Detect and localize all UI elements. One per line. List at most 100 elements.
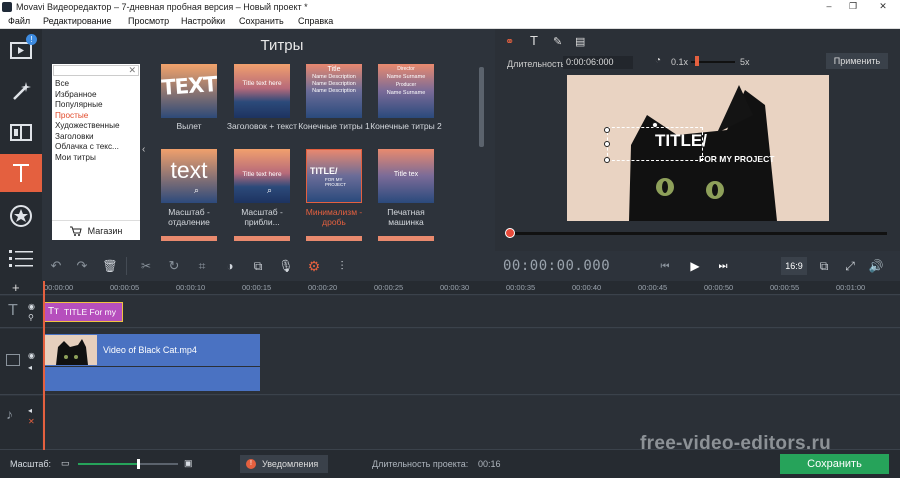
cut-icon[interactable]: ✂: [138, 258, 154, 274]
tile-line: Name Surname: [386, 74, 426, 80]
list-icon: [9, 250, 33, 267]
timecode-display: 00:00:00.000: [503, 258, 611, 274]
undo-icon[interactable]: ↶: [48, 258, 64, 274]
duration-field[interactable]: 0:00:06:000: [563, 56, 633, 69]
menu-help[interactable]: Справка: [298, 16, 333, 26]
volume-icon[interactable]: ◂: [28, 406, 32, 415]
timeline-ruler[interactable]: + 00:00:00 00:00:05 00:00:10 00:00:15 00…: [0, 280, 900, 295]
title-tile-zoom-in[interactable]: Title text here ⌕: [234, 149, 290, 203]
microphone-icon[interactable]: 🎙: [278, 258, 294, 274]
video-clip[interactable]: Video of Black Cat.mp4: [43, 334, 260, 366]
lock-icon[interactable]: ⚲: [28, 313, 34, 322]
resize-handle[interactable]: [604, 127, 610, 133]
volume-icon[interactable]: 🔊: [867, 257, 885, 275]
scale-slider[interactable]: [78, 459, 178, 469]
play-icon[interactable]: ▶: [685, 257, 705, 275]
crop-icon[interactable]: ⌗: [194, 258, 210, 274]
category-item[interactable]: Облачка с текс...: [55, 142, 119, 151]
category-search-input[interactable]: ✕: [53, 65, 139, 76]
text-format-icon[interactable]: T: [530, 33, 538, 48]
playhead[interactable]: [43, 281, 45, 451]
category-item[interactable]: Мои титры: [55, 153, 96, 162]
ruler-tick: 00:00:10: [176, 283, 206, 292]
rotate-icon[interactable]: ↻: [166, 258, 182, 274]
close-button[interactable]: ✕: [876, 1, 890, 12]
visibility-eye-icon[interactable]: ◉: [28, 351, 35, 360]
ruler-tick: 00:00:30: [440, 283, 470, 292]
add-track-icon[interactable]: +: [12, 280, 20, 295]
shop-button[interactable]: Магазин: [52, 220, 140, 240]
menu-file[interactable]: Файл: [8, 16, 30, 26]
import-media-button[interactable]: !: [0, 31, 42, 69]
menu-save[interactable]: Сохранить: [239, 16, 284, 26]
eyedropper-icon[interactable]: ✎: [553, 35, 562, 48]
category-item[interactable]: Популярные: [55, 100, 103, 109]
speed-slider-handle[interactable]: [695, 56, 699, 66]
redo-icon[interactable]: ↷: [74, 258, 90, 274]
video-preview[interactable]: TITLE/ FOR MY PROJECT: [567, 75, 829, 221]
more-tools-button[interactable]: [0, 239, 42, 277]
tile-preview-text: Title text here: [242, 171, 282, 178]
resize-handle[interactable]: [652, 122, 658, 128]
zoom-icon: ⌕: [194, 185, 200, 195]
title-tile-credits-1[interactable]: Title Name Description Name Description …: [306, 64, 362, 118]
equalizer-icon[interactable]: ⫶: [334, 258, 350, 274]
maximize-button[interactable]: ❐: [846, 1, 860, 12]
title-tile-credits-2[interactable]: Director Name Surname Producer Name Surn…: [378, 64, 434, 118]
category-item[interactable]: Все: [55, 79, 69, 88]
color-adjust-icon[interactable]: ◑: [222, 258, 238, 274]
title-tile-fly[interactable]: TEXT: [161, 64, 217, 118]
audio-track-header: ♪ ◂ ✕: [0, 396, 42, 449]
menu-edit[interactable]: Редактирование: [43, 16, 112, 26]
category-item-selected[interactable]: Простые: [55, 111, 88, 120]
title-tile-minimalism-selected[interactable]: TITLE/ FOR MY PROJECT: [306, 149, 362, 203]
save-button[interactable]: Сохранить: [780, 454, 889, 474]
audio-waveform[interactable]: [43, 367, 260, 391]
title-tile-zoom-out[interactable]: text ⌕: [161, 149, 217, 203]
category-item[interactable]: Заголовки: [55, 132, 94, 141]
fullscreen-icon[interactable]: ⤢: [841, 257, 859, 275]
clear-search-icon[interactable]: ✕: [128, 65, 136, 76]
clip-resize-icon[interactable]: ⧉: [250, 258, 266, 274]
category-item[interactable]: Художественные: [55, 121, 120, 130]
notifications-label: Уведомления: [262, 459, 319, 469]
filters-button[interactable]: [0, 72, 42, 110]
aspect-ratio-button[interactable]: 16:9: [781, 257, 807, 275]
trash-icon[interactable]: 🗑: [102, 258, 118, 274]
panel-scrollbar[interactable]: [479, 67, 484, 147]
settings-gear-icon[interactable]: ⚙: [306, 258, 322, 274]
clip-properties-icon[interactable]: ▤: [575, 35, 585, 48]
category-item[interactable]: Избранное: [55, 90, 97, 99]
scale-slider-handle[interactable]: [137, 459, 140, 469]
collapse-categories-icon[interactable]: ‹: [142, 144, 151, 160]
zoom-in-icon[interactable]: ▣: [184, 458, 193, 469]
title-clip[interactable]: Tт TITLE For my: [43, 302, 123, 322]
notifications-button[interactable]: ! Уведомления: [240, 455, 328, 473]
tile-line: Name Description: [312, 74, 356, 80]
seek-bar[interactable]: [507, 232, 887, 235]
mute-icon[interactable]: ✕: [28, 417, 35, 426]
transitions-button[interactable]: [0, 113, 42, 151]
link-icon[interactable]: ⚭: [505, 35, 514, 48]
title-tile-heading-text[interactable]: Title text here: [234, 64, 290, 118]
menu-settings[interactable]: Настройки: [181, 16, 225, 26]
playback-controls: 00:00:00.000 ⏮ ▶ ⏭ 16:9 ⧉ ⤢ 🔊: [495, 251, 900, 281]
skip-forward-icon[interactable]: ⏭: [713, 257, 733, 275]
menu-view[interactable]: Просмотр: [128, 16, 169, 26]
minimize-button[interactable]: –: [822, 1, 836, 11]
mute-icon[interactable]: ◂: [28, 363, 32, 372]
title-tile-typewriter[interactable]: Title tex: [378, 149, 434, 203]
seek-handle[interactable]: [505, 228, 515, 238]
visibility-eye-icon[interactable]: ◉: [28, 302, 35, 311]
stickers-button[interactable]: [0, 197, 42, 235]
resize-handle[interactable]: [604, 157, 610, 163]
transition-icon: [10, 124, 32, 141]
resize-handle[interactable]: [604, 141, 610, 147]
apply-button[interactable]: Применить: [826, 53, 888, 69]
cart-icon: [69, 226, 82, 236]
skip-back-icon[interactable]: ⏮: [655, 257, 675, 275]
zoom-out-icon[interactable]: ▭: [61, 458, 70, 469]
titles-button[interactable]: [0, 154, 42, 192]
video-thumbnail: [44, 335, 97, 365]
detach-preview-icon[interactable]: ⧉: [815, 257, 833, 275]
